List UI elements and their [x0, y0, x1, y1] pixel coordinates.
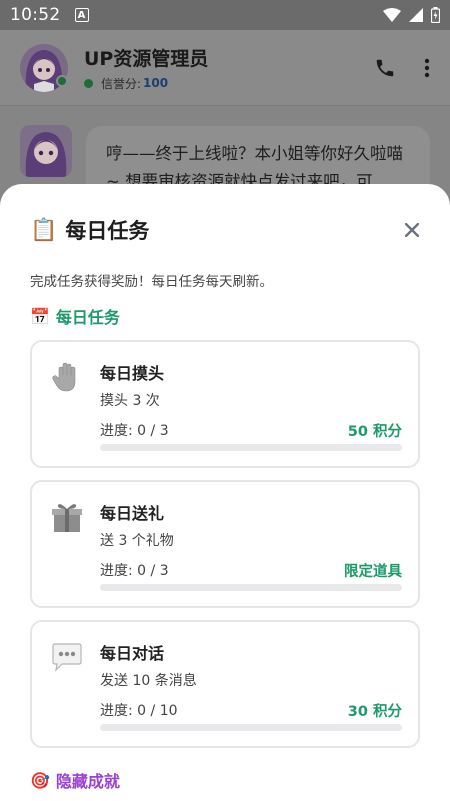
- gift-icon: [52, 504, 82, 532]
- sheet-description: 完成任务获得奖励！每日任务每天刷新。: [30, 274, 273, 290]
- task-description: 摸头 3 次: [100, 393, 160, 409]
- task-progress-text: 进度: 0 / 3: [100, 563, 169, 579]
- task-description: 发送 10 条消息: [100, 673, 197, 689]
- status-icons: [383, 7, 440, 23]
- accessibility-icon: A: [74, 8, 89, 22]
- task-reward: 50 积分: [347, 424, 402, 440]
- reputation-row: 信誉分: 100: [84, 75, 208, 92]
- more-menu-icon[interactable]: [424, 58, 430, 78]
- progress-bar: [100, 444, 402, 451]
- online-status-dot: [56, 75, 68, 87]
- task-card-chat[interactable]: 每日对话 发送 10 条消息 进度: 0 / 10 30 积分: [30, 620, 420, 748]
- task-reward: 30 积分: [347, 704, 402, 720]
- progress-bar: [100, 584, 402, 591]
- daily-section-label: 每日任务: [55, 308, 120, 327]
- task-name: 每日对话: [100, 644, 165, 663]
- daily-section-title: 📅 每日任务: [30, 304, 420, 328]
- task-progress-text: 进度: 0 / 3: [100, 423, 169, 439]
- signal-icon: [409, 8, 423, 22]
- speech-bubble-icon: [52, 643, 82, 672]
- wifi-icon: [383, 8, 401, 22]
- task-name: 每日摸头: [100, 364, 165, 383]
- hidden-section-title: 🎯 隐藏成就: [30, 768, 420, 792]
- target-icon: 🎯: [30, 770, 50, 790]
- reputation-value: 100: [143, 76, 169, 90]
- status-bar: 10:52 A: [0, 0, 450, 30]
- hidden-section-label: 隐藏成就: [55, 772, 120, 791]
- phone-icon[interactable]: [374, 57, 396, 79]
- calendar-icon: 📅: [30, 306, 50, 326]
- hand-icon: [52, 362, 76, 392]
- chat-title: UP资源管理员: [84, 47, 209, 70]
- task-card-gift[interactable]: 每日送礼 送 3 个礼物 进度: 0 / 3 限定道具: [30, 480, 420, 608]
- task-name: 每日送礼: [100, 504, 165, 523]
- clipboard-icon: 📋: [30, 217, 58, 243]
- sheet-title: 每日任务: [65, 219, 150, 243]
- task-description: 送 3 个礼物: [100, 533, 174, 549]
- close-icon: [405, 223, 419, 237]
- task-card-pat[interactable]: 每日摸头 摸头 3 次 进度: 0 / 3 50 积分: [30, 340, 420, 468]
- message-avatar[interactable]: [20, 125, 72, 177]
- close-button[interactable]: [400, 218, 424, 242]
- status-dot: [84, 78, 93, 88]
- reputation-label: 信誉分:: [101, 76, 142, 91]
- battery-icon: [431, 7, 440, 23]
- progress-bar: [100, 724, 402, 731]
- chat-header: UP资源管理员 信誉分: 100: [0, 30, 450, 106]
- task-progress-text: 进度: 0 / 10: [100, 703, 178, 719]
- task-reward: 限定道具: [344, 564, 402, 580]
- daily-tasks-sheet: 📋 每日任务 完成任务获得奖励！每日任务每天刷新。 📅 每日任务 每日摸头 摸头…: [0, 184, 450, 801]
- status-time: 10:52: [10, 5, 61, 25]
